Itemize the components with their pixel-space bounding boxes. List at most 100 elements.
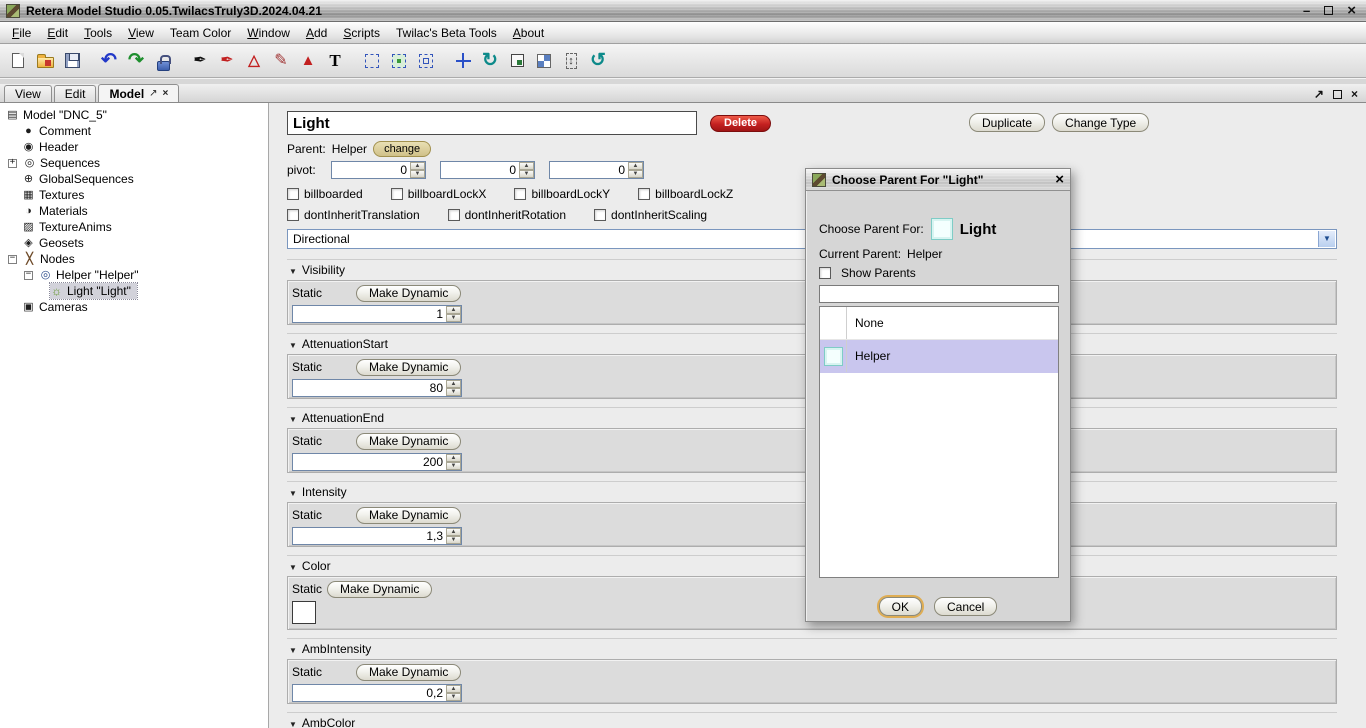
pen-edit-button[interactable]	[268, 48, 294, 74]
parent-option-helper[interactable]: Helper	[820, 340, 1058, 373]
checkbox-billboardlockz[interactable]: billboardLockZ	[638, 187, 733, 201]
color-swatch[interactable]	[292, 601, 316, 624]
tab-close-icon[interactable]	[163, 89, 169, 99]
checkbox-billboardlockx[interactable]: billboardLockX	[390, 187, 486, 201]
checkbox-dontinheritrotation[interactable]: dontInheritRotation	[447, 208, 566, 222]
uv-checker-button[interactable]	[531, 48, 557, 74]
visibility-spinner[interactable]: 1	[292, 305, 462, 323]
rotate-tool-button[interactable]	[477, 48, 503, 74]
chevron-down-icon[interactable]	[1318, 231, 1335, 247]
checkbox-dontinheritscaling[interactable]: dontInheritScaling	[594, 208, 707, 222]
undo-button[interactable]	[96, 48, 122, 74]
scale-tool-button[interactable]	[504, 48, 530, 74]
checkbox-box[interactable]	[594, 208, 607, 221]
spinner-down-button[interactable]	[519, 170, 534, 178]
tree-item-light[interactable]: Light "Light"	[49, 282, 138, 300]
triangle-solid-button[interactable]	[295, 48, 321, 74]
collapse-icon[interactable]	[24, 270, 33, 280]
pivot-y-spinner[interactable]: 0	[440, 161, 535, 179]
spinner-up-button[interactable]	[519, 162, 534, 170]
tree-item-cameras[interactable]: Cameras	[0, 299, 94, 315]
spinner-down-button[interactable]	[446, 536, 461, 544]
expand-icon[interactable]	[8, 158, 17, 168]
dialog-titlebar[interactable]: Choose Parent For "Light"	[806, 169, 1070, 191]
spinner-down-button[interactable]	[446, 462, 461, 470]
ambintensity-spinner[interactable]: 0,2	[292, 684, 462, 702]
squash-tool-button[interactable]	[558, 48, 584, 74]
float-panel-button[interactable]	[1314, 88, 1324, 100]
move-tool-button[interactable]	[450, 48, 476, 74]
tree-item-textureanims[interactable]: TextureAnims	[0, 219, 118, 235]
collapse-icon[interactable]	[8, 254, 17, 264]
cancel-button[interactable]: Cancel	[933, 597, 998, 616]
select-box-button[interactable]	[359, 48, 385, 74]
lock-button[interactable]	[150, 48, 176, 74]
pin-icon[interactable]	[149, 89, 157, 99]
close-button[interactable]	[1347, 3, 1356, 18]
menu-edit[interactable]: Edit	[39, 22, 76, 44]
tree-editor-splitter[interactable]	[269, 103, 283, 728]
spinner-value[interactable]: 0	[441, 162, 519, 178]
spinner-value[interactable]: 200	[293, 454, 446, 470]
menu-about[interactable]: About	[505, 22, 552, 44]
duplicate-button[interactable]: Duplicate	[969, 113, 1046, 132]
tree-item-comment[interactable]: Comment	[0, 123, 97, 139]
pivot-x-spinner[interactable]: 0	[331, 161, 426, 179]
spinner-up-button[interactable]	[446, 528, 461, 536]
pen-red-button[interactable]	[214, 48, 240, 74]
make-dynamic-button[interactable]: Make Dynamic	[356, 663, 462, 681]
section-header[interactable]: AmbIntensity	[289, 641, 1337, 657]
spinner-up-button[interactable]	[446, 380, 461, 388]
spinner-down-button[interactable]	[628, 170, 643, 178]
checkbox-billboarded[interactable]: billboarded	[287, 187, 363, 201]
make-dynamic-button[interactable]: Make Dynamic	[356, 506, 462, 524]
menu-tools[interactable]: Tools	[76, 22, 120, 44]
spinner-up-button[interactable]	[628, 162, 643, 170]
node-name-input[interactable]	[287, 111, 697, 135]
spinner-up-button[interactable]	[446, 685, 461, 693]
tree-item-materials[interactable]: Materials	[0, 203, 94, 219]
tree-item-model-root[interactable]: Model "DNC_5"	[0, 107, 113, 123]
text-tool-button[interactable]	[322, 48, 348, 74]
checkbox-box[interactable]	[287, 208, 299, 221]
menu-scripts[interactable]: Scripts	[335, 22, 388, 44]
menu-team-color[interactable]: Team Color	[162, 22, 239, 44]
tree-item-geosets[interactable]: Geosets	[0, 235, 90, 251]
section-header[interactable]: AmbColor	[289, 715, 1337, 728]
intensity-spinner[interactable]: 1,3	[292, 527, 462, 545]
save-file-button[interactable]	[59, 48, 85, 74]
maximize-panel-button[interactable]	[1332, 89, 1342, 99]
change-type-button[interactable]: Change Type	[1052, 113, 1150, 132]
attenuationend-spinner[interactable]: 200	[292, 453, 462, 471]
menu-view[interactable]: View	[120, 22, 162, 44]
spinner-up-button[interactable]	[446, 454, 461, 462]
delete-button[interactable]: Delete	[710, 114, 772, 132]
menu-window[interactable]: Window	[239, 22, 298, 44]
make-dynamic-button[interactable]: Make Dynamic	[356, 284, 462, 302]
select-geometry-button[interactable]	[386, 48, 412, 74]
select-nested-button[interactable]	[413, 48, 439, 74]
window-titlebar[interactable]: Retera Model Studio 0.05.TwilacsTruly3D.…	[0, 0, 1366, 22]
tree-item-helper[interactable]: Helper "Helper"	[0, 267, 145, 283]
pen-black-button[interactable]	[187, 48, 213, 74]
open-file-button[interactable]	[32, 48, 58, 74]
spinner-value[interactable]: 1,3	[293, 528, 446, 544]
spinner-value[interactable]: 0	[332, 162, 410, 178]
make-dynamic-button[interactable]: Make Dynamic	[356, 432, 462, 450]
checkbox-dontinherittranslation[interactable]: dontInheritTranslation	[287, 208, 420, 222]
redo-button[interactable]	[123, 48, 149, 74]
tree-item-sequences[interactable]: Sequences	[0, 155, 106, 171]
checkbox-box[interactable]	[287, 187, 299, 200]
spinner-value[interactable]: 0,2	[293, 685, 446, 701]
parent-filter-input[interactable]	[819, 285, 1059, 303]
spinner-down-button[interactable]	[446, 388, 461, 396]
spinner-down-button[interactable]	[446, 693, 461, 701]
checkbox-billboardlocky[interactable]: billboardLockY	[514, 187, 610, 201]
attenuationstart-spinner[interactable]: 80	[292, 379, 462, 397]
checkbox-box[interactable]	[819, 267, 831, 279]
spinner-down-button[interactable]	[446, 314, 461, 322]
parent-option-none[interactable]: None	[820, 307, 1058, 340]
tab-model[interactable]: Model	[98, 84, 180, 102]
dialog-close-button[interactable]	[1055, 172, 1064, 187]
make-dynamic-button[interactable]: Make Dynamic	[356, 358, 462, 376]
